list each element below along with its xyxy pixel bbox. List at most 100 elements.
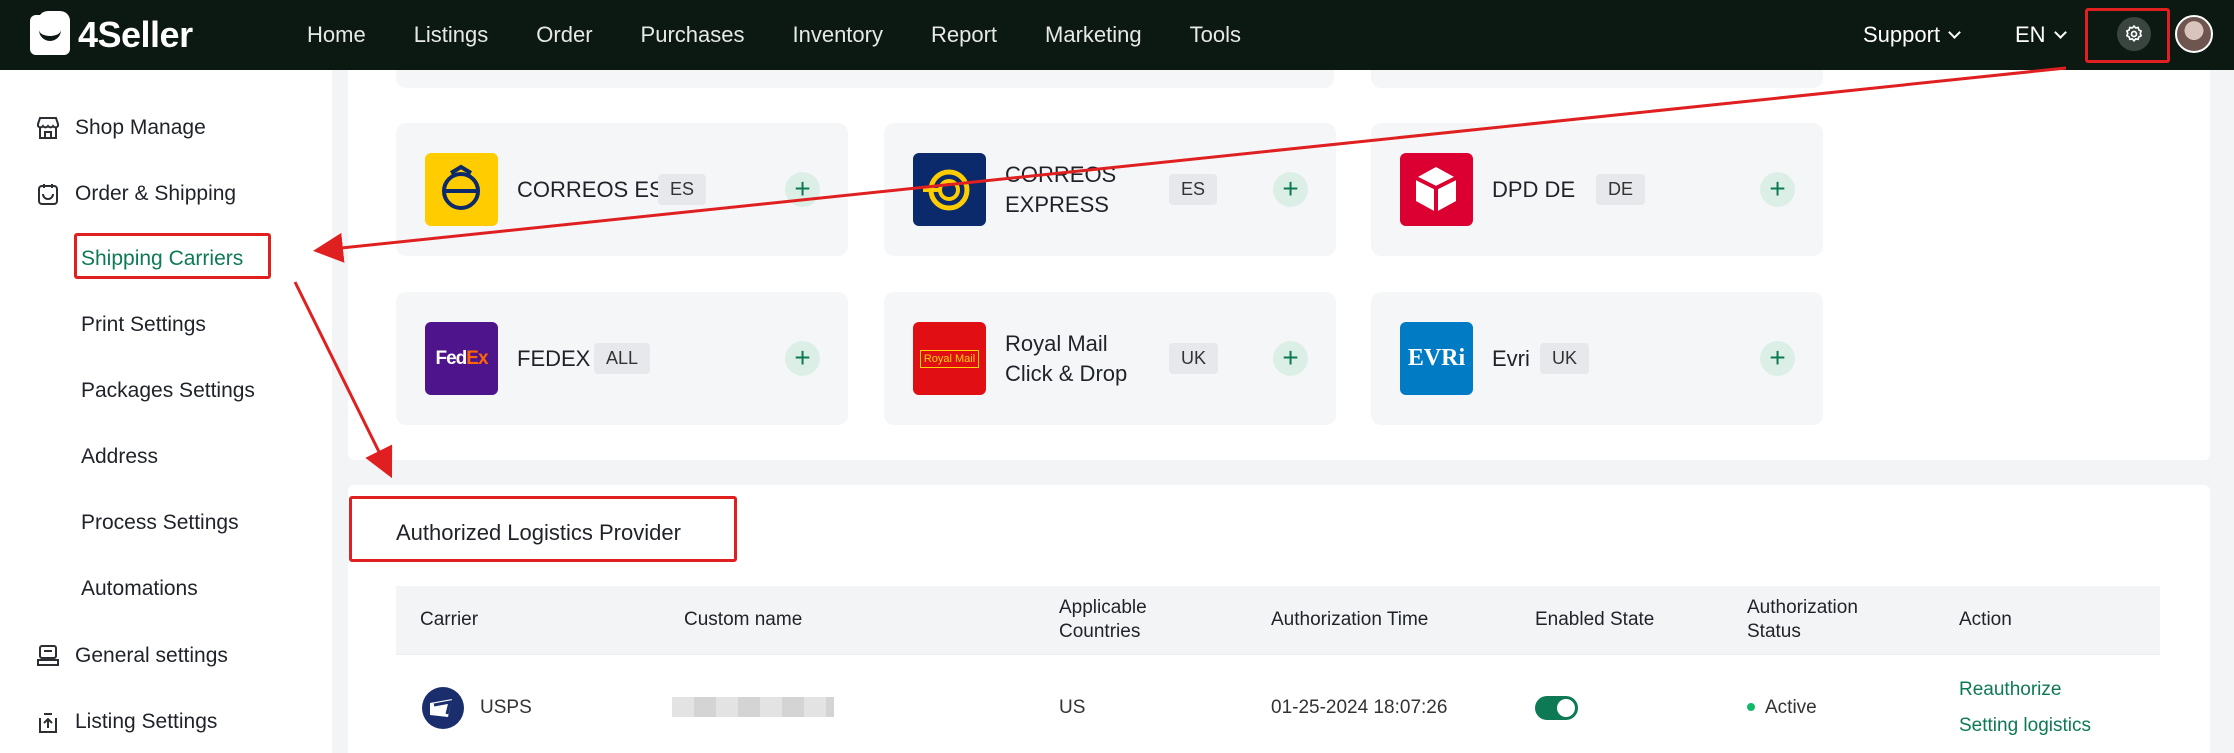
sidebar-group-order-shipping[interactable]: Order & Shipping bbox=[35, 181, 236, 207]
table-divider bbox=[396, 654, 2160, 655]
carrier-region-badge: UK bbox=[1169, 343, 1219, 374]
section-title-highlight-box bbox=[349, 496, 737, 562]
add-carrier-button[interactable]: + bbox=[785, 341, 820, 376]
carrier-name: DPD DE bbox=[1492, 176, 1576, 202]
support-menu[interactable]: Support bbox=[1863, 0, 1961, 70]
carrier-card-correos-express: CORREOS EXPRESS ES + bbox=[884, 123, 1336, 256]
authorization-time-cell: 01-25-2024 18:07:26 bbox=[1271, 697, 1448, 718]
column-header-authorization-time: Authorization Time bbox=[1271, 609, 1429, 630]
sidebar-group-listing-settings[interactable]: Listing Settings bbox=[35, 709, 217, 735]
royal-mail-logo-text: Royal Mail bbox=[919, 349, 980, 368]
general-settings-icon bbox=[37, 645, 59, 666]
correos-express-logo-icon bbox=[913, 153, 986, 226]
chevron-down-icon bbox=[1948, 25, 1961, 39]
countries-cell: US bbox=[1059, 697, 1086, 718]
carrier-card-evri: EVRi Evri UK + bbox=[1371, 292, 1823, 425]
brand-name: 4Seller bbox=[78, 14, 193, 55]
sidebar-group-label: Listing Settings bbox=[75, 710, 218, 733]
plus-icon: + bbox=[794, 342, 811, 373]
column-header-line: Status bbox=[1747, 621, 1801, 642]
sidebar-item-process-settings[interactable]: Process Settings bbox=[81, 511, 239, 535]
shipping-carriers-highlight-box bbox=[74, 233, 271, 279]
chevron-down-icon bbox=[2053, 25, 2067, 39]
nav-purchases[interactable]: Purchases bbox=[641, 22, 745, 48]
carrier-card-fedex: FedEx FEDEX ALL + bbox=[396, 292, 848, 425]
column-header-enabled-state: Enabled State bbox=[1535, 609, 1655, 630]
evri-logo-text: EVRi bbox=[1407, 345, 1466, 371]
add-carrier-button[interactable]: + bbox=[1760, 341, 1795, 376]
nav-report[interactable]: Report bbox=[931, 22, 997, 48]
sidebar-item-packages-settings[interactable]: Packages Settings bbox=[81, 379, 255, 403]
nav-tools[interactable]: Tools bbox=[1190, 22, 1241, 48]
listing-settings-icon bbox=[39, 713, 57, 733]
column-header-applicable-countries: Applicable Countries bbox=[1059, 596, 1147, 644]
nav-order[interactable]: Order bbox=[536, 22, 592, 48]
sidebar-item-automations[interactable]: Automations bbox=[81, 577, 198, 601]
language-selector[interactable]: EN bbox=[2015, 0, 2067, 70]
custom-name-redacted bbox=[672, 697, 834, 717]
carrier-name: CORREOS ES bbox=[517, 176, 664, 202]
carrier-name: CORREOS EXPRESS bbox=[1005, 123, 1116, 256]
correos-logo-icon bbox=[425, 153, 498, 226]
sidebar-group-label: General settings bbox=[75, 644, 228, 667]
carrier-name: Royal Mail Click & Drop bbox=[1005, 292, 1127, 425]
top-navigation-bar: 4Seller Home Listings Order Purchases In… bbox=[0, 0, 2234, 70]
carrier-region-badge: ES bbox=[1169, 174, 1218, 205]
fedex-logo-fed: Fed bbox=[435, 347, 467, 369]
column-header-authorization-status: Authorization Status bbox=[1747, 596, 1858, 644]
settings-sidebar: Shop Manage Order & Shipping Shipping Ca… bbox=[0, 70, 332, 753]
brand-logo[interactable]: 4Seller bbox=[30, 11, 193, 56]
nav-inventory[interactable]: Inventory bbox=[792, 22, 883, 48]
sidebar-group-shop-manage[interactable]: Shop Manage bbox=[35, 115, 206, 141]
status-dot-icon bbox=[1747, 703, 1755, 711]
carrier-card-partial bbox=[1371, 70, 1823, 88]
carrier-name-line1: Royal Mail bbox=[1005, 330, 1108, 356]
sidebar-item-address[interactable]: Address bbox=[81, 445, 158, 469]
nav-listings[interactable]: Listings bbox=[414, 22, 489, 48]
carrier-card-partial bbox=[396, 70, 1334, 88]
carrier-card-correos-es: CORREOS ES ES + bbox=[396, 123, 848, 256]
plus-icon: + bbox=[1769, 173, 1786, 204]
add-carrier-button[interactable]: + bbox=[1760, 172, 1795, 207]
main-nav: Home Listings Order Purchases Inventory … bbox=[307, 0, 1289, 70]
column-header-line: Applicable bbox=[1059, 597, 1147, 618]
fedex-logo-icon: FedEx bbox=[425, 322, 498, 395]
royal-mail-logo-icon: Royal Mail bbox=[913, 322, 986, 395]
carrier-card-royal-mail: Royal Mail Royal Mail Click & Drop UK + bbox=[884, 292, 1336, 425]
carrier-region-badge: UK bbox=[1540, 343, 1590, 374]
shop-icon bbox=[37, 117, 59, 139]
usps-logo-icon bbox=[422, 687, 464, 729]
support-label: Support bbox=[1863, 22, 1941, 47]
nav-home[interactable]: Home bbox=[307, 22, 366, 48]
evri-logo-icon: EVRi bbox=[1400, 322, 1473, 395]
plus-icon: + bbox=[1282, 342, 1299, 373]
carrier-cell: USPS bbox=[480, 697, 532, 718]
column-header-line: Countries bbox=[1059, 621, 1141, 642]
sidebar-group-general-settings[interactable]: General settings bbox=[35, 643, 228, 669]
status-cell: Active bbox=[1765, 697, 1817, 718]
column-header-action: Action bbox=[1959, 609, 2012, 630]
reauthorize-link[interactable]: Reauthorize bbox=[1959, 679, 2061, 701]
setting-logistics-link[interactable]: Setting logistics bbox=[1959, 715, 2091, 737]
nav-marketing[interactable]: Marketing bbox=[1045, 22, 1142, 48]
carrier-name: FEDEX bbox=[517, 345, 591, 371]
carrier-card-dpd-de: DPD DE DE + bbox=[1371, 123, 1823, 256]
fedex-logo-ex: Ex bbox=[466, 347, 488, 369]
column-header-custom-name: Custom name bbox=[684, 609, 803, 630]
carrier-name: Evri bbox=[1492, 345, 1530, 371]
add-carrier-button[interactable]: + bbox=[1273, 172, 1308, 207]
add-carrier-button[interactable]: + bbox=[1273, 341, 1308, 376]
add-carrier-button[interactable]: + bbox=[785, 172, 820, 207]
enabled-toggle[interactable] bbox=[1535, 696, 1578, 720]
column-header-carrier: Carrier bbox=[420, 609, 479, 630]
order-icon bbox=[38, 184, 58, 205]
carrier-name-line2: EXPRESS bbox=[1005, 191, 1109, 217]
plus-icon: + bbox=[794, 173, 811, 204]
carrier-name-line2: Click & Drop bbox=[1005, 360, 1128, 386]
user-avatar[interactable] bbox=[2175, 15, 2213, 53]
plus-icon: + bbox=[1769, 342, 1786, 373]
carrier-region-badge: ES bbox=[658, 174, 707, 205]
sidebar-group-label: Shop Manage bbox=[75, 116, 206, 139]
sidebar-item-print-settings[interactable]: Print Settings bbox=[81, 313, 206, 337]
plus-icon: + bbox=[1282, 173, 1299, 204]
